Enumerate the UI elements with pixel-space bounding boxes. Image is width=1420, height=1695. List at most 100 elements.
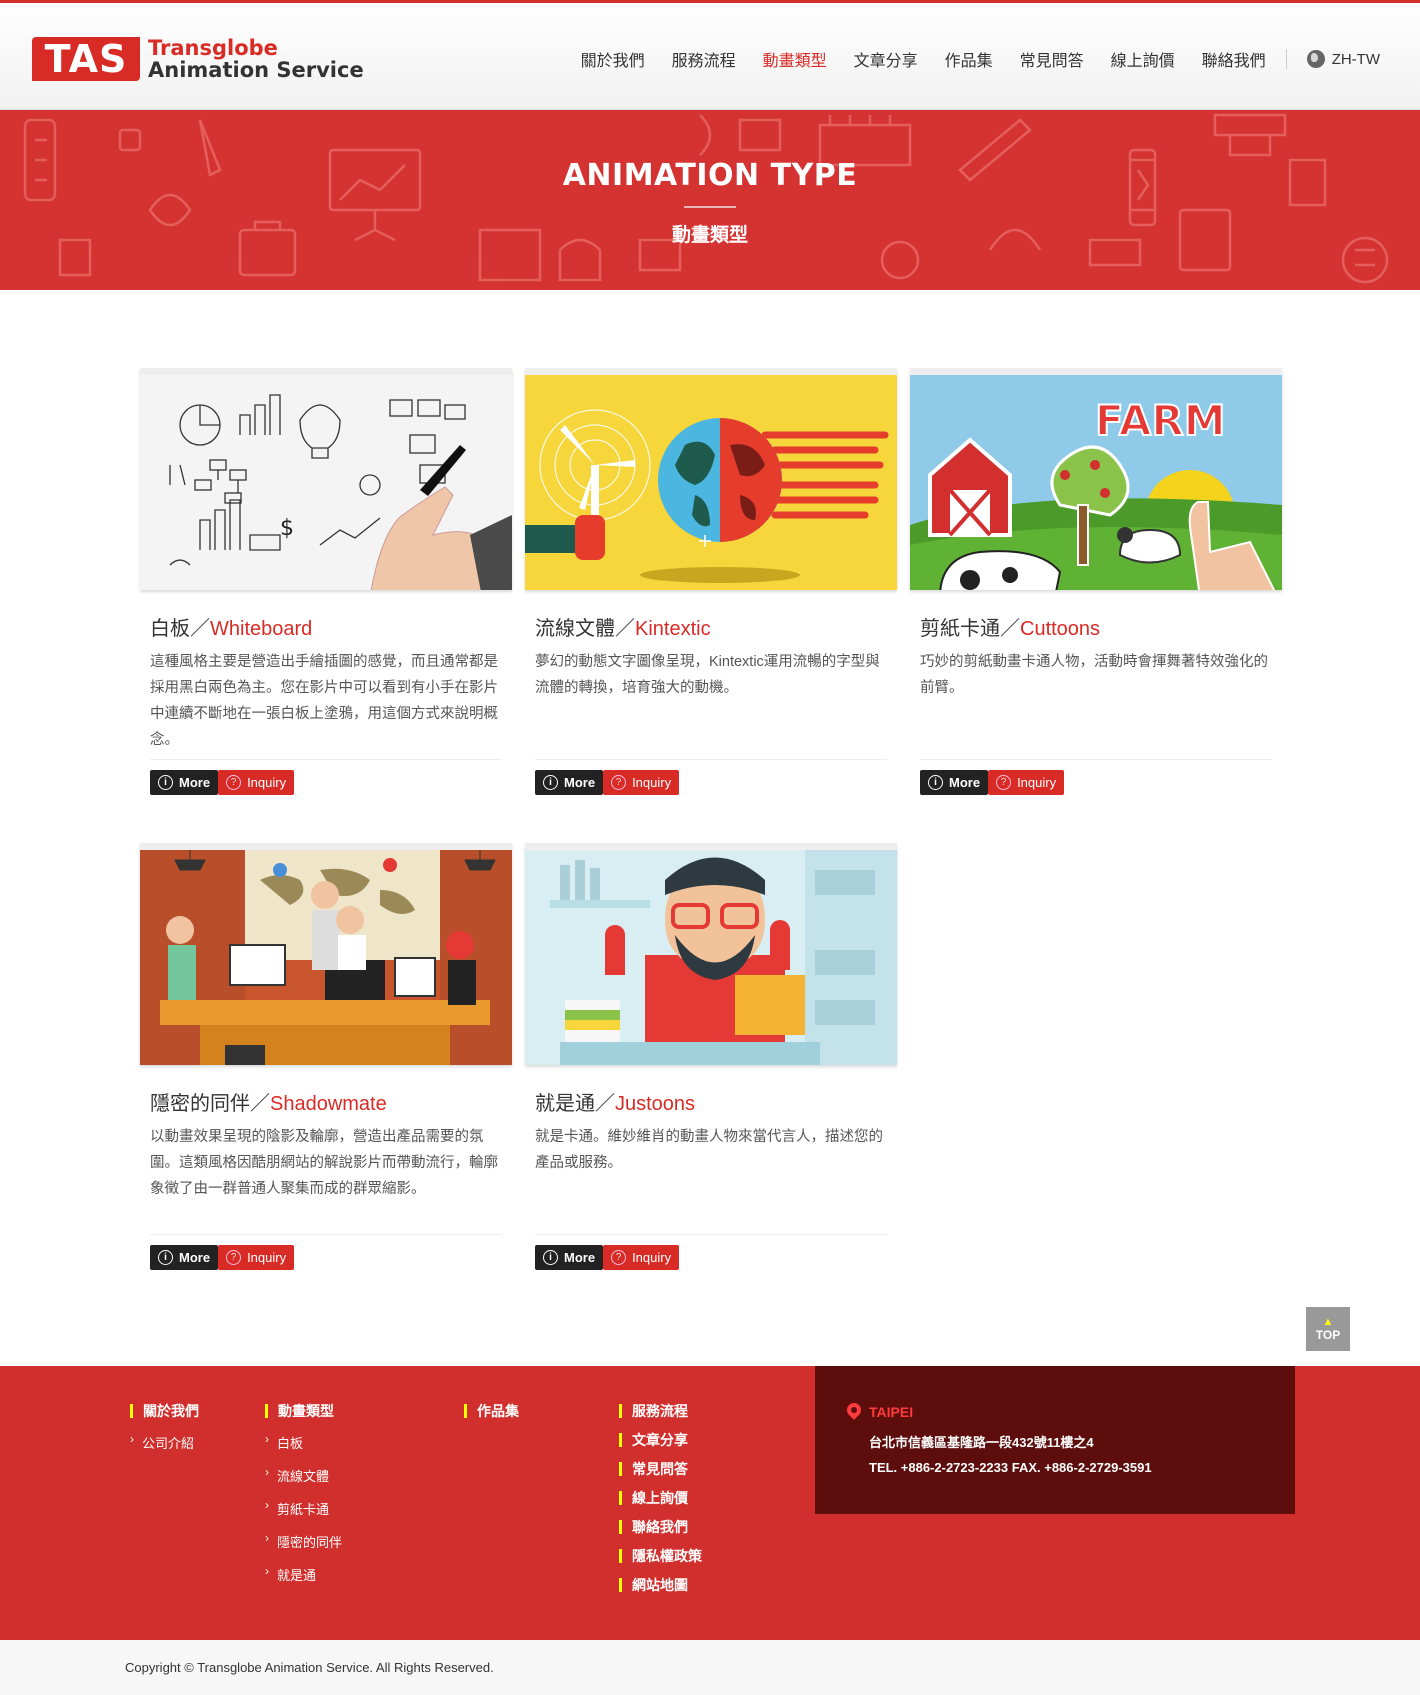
- card-title: 白板／Whiteboard: [150, 612, 502, 641]
- main-nav: 關於我們 服務流程 動畫類型 文章分享 作品集 常見問答 線上詢價 聯絡我們 Z…: [554, 47, 1380, 71]
- card-description: 巧妙的剪紙動畫卡通人物，活動時會揮舞著特效強化的前臂。: [920, 654, 1268, 696]
- card-title-en: Kintextic: [635, 618, 711, 640]
- card-title-zh: 剪紙卡通／: [920, 618, 1020, 640]
- card-separator: [535, 759, 887, 760]
- inquiry-button[interactable]: ? Inquiry: [218, 770, 295, 795]
- card-image[interactable]: [525, 843, 897, 1065]
- office-team-illustration-icon: [140, 850, 512, 1065]
- banner-divider: [684, 206, 736, 208]
- card-shadowmate: 隱密的同伴／Shadowmate 以動畫效果呈現的陰影及輪廓，營造出產品需要的氛…: [140, 843, 512, 1270]
- card-title-zh: 就是通／: [535, 1093, 615, 1115]
- card-buttons: i More ? Inquiry: [150, 770, 502, 795]
- svg-text:$: $: [280, 516, 294, 541]
- nav-process[interactable]: 服務流程: [672, 47, 736, 71]
- nav-faq[interactable]: 常見問答: [1020, 47, 1084, 71]
- bearded-man-illustration-icon: [525, 850, 897, 1065]
- more-label: More: [564, 775, 596, 790]
- inquiry-label: Inquiry: [247, 1250, 287, 1265]
- logo-line1: Transglobe: [148, 36, 278, 60]
- card-title: 隱密的同伴／Shadowmate: [150, 1087, 502, 1116]
- card-title-zh: 流線文體／: [535, 618, 635, 640]
- footer-link-faq[interactable]: 常見問答: [619, 1462, 702, 1476]
- card-title-en: Justoons: [615, 1093, 696, 1115]
- inquiry-label: Inquiry: [1017, 775, 1057, 790]
- copyright-bar: Copyright © Transglobe Animation Service…: [0, 1640, 1420, 1695]
- card-description: 這種風格主要是營造出手繪插圖的感覺，而且通常都是採用黑白兩色為主。您在影片中可以…: [150, 654, 498, 748]
- footer-link-sitemap[interactable]: 網站地圖: [619, 1578, 702, 1592]
- inquiry-label: Inquiry: [632, 1250, 672, 1265]
- info-icon: i: [158, 1250, 173, 1265]
- card-title: 就是通／Justoons: [535, 1087, 887, 1116]
- card-description: 就是卡通。維妙維肖的動畫人物來當代言人，描述您的產品或服務。: [535, 1129, 883, 1171]
- card-image[interactable]: $: [140, 368, 512, 590]
- more-button[interactable]: i More: [920, 770, 989, 795]
- footer-link-quote[interactable]: 線上詢價: [619, 1491, 702, 1505]
- footer-link-justoons[interactable]: 就是通: [265, 1564, 342, 1584]
- more-button[interactable]: i More: [150, 1245, 219, 1270]
- footer-link-kintextic[interactable]: 流線文體: [265, 1465, 342, 1485]
- site-header: TAS Transglobe Animation Service 關於我們 服務…: [0, 0, 1420, 110]
- more-button[interactable]: i More: [535, 770, 604, 795]
- card-kintextic: 流線文體／Kintextic 夢幻的動態文字圖像呈現，Kintextic運用流暢…: [525, 368, 897, 795]
- whiteboard-illustration-icon: $: [140, 375, 512, 590]
- more-button[interactable]: i More: [150, 770, 219, 795]
- inquiry-button[interactable]: ? Inquiry: [603, 1245, 680, 1270]
- nav-articles[interactable]: 文章分享: [854, 47, 918, 71]
- nav-portfolio[interactable]: 作品集: [945, 47, 993, 71]
- footer-col-about: 關於我們 公司介紹: [130, 1404, 199, 1466]
- back-to-top-button[interactable]: ▲ TOP: [1306, 1307, 1350, 1351]
- card-separator: [920, 759, 1272, 760]
- info-icon: i: [543, 1250, 558, 1265]
- inquiry-label: Inquiry: [632, 775, 672, 790]
- card-title-zh: 白板／: [150, 618, 210, 640]
- more-label: More: [179, 775, 211, 790]
- inquiry-label: Inquiry: [247, 775, 287, 790]
- footer-link-types[interactable]: 動畫類型: [265, 1404, 342, 1418]
- banner-subtitle: 動畫類型: [671, 225, 748, 246]
- footer-col-portfolio: 作品集: [464, 1404, 519, 1433]
- card-title: 剪紙卡通／Cuttoons: [920, 612, 1272, 641]
- footer-link-whiteboard[interactable]: 白板: [265, 1432, 342, 1452]
- more-label: More: [179, 1250, 211, 1265]
- nav-quote[interactable]: 線上詢價: [1111, 47, 1175, 71]
- globe-icon: [1306, 50, 1325, 68]
- footer-link-company[interactable]: 公司介紹: [130, 1432, 199, 1452]
- footer-link-process[interactable]: 服務流程: [619, 1404, 702, 1418]
- nav-animation-type[interactable]: 動畫類型: [756, 47, 837, 71]
- page-banner: ANIMATION TYPE 動畫類型: [0, 110, 1420, 290]
- language-switch[interactable]: ZH-TW: [1306, 50, 1380, 68]
- footer-link-privacy[interactable]: 隱私權政策: [619, 1549, 702, 1563]
- card-title-en: Cuttoons: [1020, 618, 1101, 640]
- card-buttons: i More ? Inquiry: [535, 770, 887, 795]
- doodle-pattern-icon: [23, 113, 1389, 284]
- farm-sign-text: FARM: [1095, 396, 1226, 445]
- inquiry-button[interactable]: ? Inquiry: [218, 1245, 295, 1270]
- card-separator: [150, 759, 502, 760]
- footer-link-shadowmate[interactable]: 隱密的同伴: [265, 1531, 342, 1551]
- card-image[interactable]: [525, 368, 897, 590]
- footer-link-cuttoons[interactable]: 剪紙卡通: [265, 1498, 342, 1518]
- nav-divider: [1285, 49, 1287, 69]
- card-title: 流線文體／Kintextic: [535, 612, 887, 641]
- question-icon: ?: [996, 775, 1012, 790]
- card-title-en: Whiteboard: [210, 618, 313, 640]
- footer-link-about[interactable]: 關於我們: [130, 1404, 199, 1418]
- inquiry-button[interactable]: ? Inquiry: [603, 770, 680, 795]
- logo-mark: TAS: [32, 37, 140, 81]
- card-image[interactable]: FARM: [910, 368, 1282, 590]
- footer-link-portfolio[interactable]: 作品集: [464, 1404, 519, 1418]
- nav-about[interactable]: 關於我們: [581, 47, 645, 71]
- address-box: TAIPEI 台北市信義區基隆路一段432號11樓之4 TEL. +886-2-…: [815, 1366, 1295, 1514]
- copyright-text: Copyright © Transglobe Animation Service…: [125, 1660, 494, 1675]
- site-logo[interactable]: TAS Transglobe Animation Service: [32, 37, 364, 81]
- nav-contact[interactable]: 聯絡我們: [1202, 47, 1266, 71]
- footer-col-misc: 服務流程 文章分享 常見問答 線上詢價 聯絡我們 隱私權政策 網站地圖: [619, 1404, 702, 1607]
- inquiry-button[interactable]: ? Inquiry: [988, 770, 1065, 795]
- card-image[interactable]: [140, 843, 512, 1065]
- question-icon: ?: [611, 775, 627, 790]
- address-street: 台北市信義區基隆路一段432號11樓之4: [869, 1435, 1094, 1450]
- more-button[interactable]: i More: [535, 1245, 604, 1270]
- card-whiteboard: $ 白板／Whiteboard 這種風格主要是營造出手繪插圖的感覺，而且通常都是…: [140, 368, 512, 795]
- footer-link-contact[interactable]: 聯絡我們: [619, 1520, 702, 1534]
- footer-link-articles[interactable]: 文章分享: [619, 1433, 702, 1447]
